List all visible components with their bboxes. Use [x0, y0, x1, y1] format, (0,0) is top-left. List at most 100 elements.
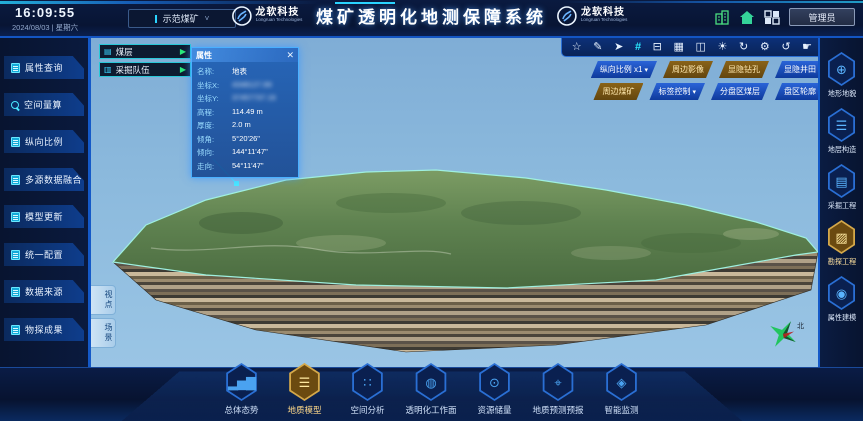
rotate-icon[interactable]: ↻ — [739, 42, 748, 53]
sidebar-item-vertical-scale[interactable]: 纵向比例 — [4, 130, 84, 153]
surrounding-imagery-button[interactable]: 周边影像 — [663, 61, 713, 78]
layer-label: 采掘队伍 — [116, 64, 176, 76]
nav-label: 地质模型 — [287, 404, 321, 416]
sidebar-item-model-update[interactable]: 模型更新 — [4, 205, 84, 228]
tab-scene[interactable]: 场景 — [91, 318, 116, 348]
sun-terrain-icon[interactable]: ☀ — [718, 42, 728, 53]
sidebar-item-geophysical-results[interactable]: 物探成果 — [4, 318, 84, 341]
nav-label: 总体态势 — [224, 404, 258, 416]
document-icon — [11, 63, 20, 73]
document-icon — [11, 175, 20, 185]
button-label: 周边煤矿 — [602, 86, 634, 97]
document-icon — [11, 325, 20, 335]
magnifier-icon: ⌖ — [554, 376, 561, 389]
sidebar-item-unified-config[interactable]: 统一配置 — [4, 243, 84, 266]
button-label: 纵向比例 x1 — [600, 64, 643, 75]
sidebar-item-data-fusion[interactable]: 多源数据融合 — [4, 168, 84, 191]
close-icon[interactable]: ✕ — [286, 51, 294, 60]
nav-label: 空间分析 — [350, 404, 384, 416]
field-label: 倾角: — [197, 134, 230, 145]
measure-icon[interactable]: ⊟ — [653, 42, 662, 53]
field-label: 厚度: — [197, 120, 230, 131]
field-label: 坐标X: — [197, 80, 230, 91]
globe-icon: ◉ — [836, 287, 847, 300]
surrounding-mines-button[interactable]: 周边煤矿 — [593, 83, 643, 100]
panel-outline-button[interactable]: 盘区轮廓 — [775, 83, 820, 100]
sidebar-item-attribute-modeling[interactable]: ◉ 属性建模 — [827, 276, 857, 323]
toggle-minefield-button[interactable]: 显隐井田 — [775, 61, 820, 78]
brand-logo-left: 龙软科技 Longruan Technologies — [230, 5, 307, 27]
item-label: 地层构造 — [827, 144, 856, 154]
sidebar-item-label: 空间量算 — [24, 98, 62, 111]
star-icon[interactable]: ☆ — [572, 42, 582, 53]
clip-section-icon[interactable]: ◫ — [696, 42, 706, 53]
tab-viewpoint[interactable]: 视点 — [91, 285, 116, 315]
search-icon — [11, 101, 19, 109]
nav-intelligent-monitoring[interactable]: ◈ 智能监测 — [597, 363, 647, 416]
brand-logo-right: 龙软科技 Longruan Technologies — [556, 5, 633, 27]
exploration-icon: ▨ — [835, 231, 847, 244]
bottom-navigation: ▂▅▇ 总体态势 ☰ 地质模型 ∷ 空间分析 ◍ 透明化工作面 ⊙ 资源储量 ⌖… — [0, 367, 863, 421]
properties-fields: 名称: 地表 坐标X: 4348127.99 坐标Y: 37457737.16 … — [192, 62, 298, 177]
sidebar-item-spatial-measure[interactable]: 空间量算 — [4, 93, 84, 116]
vertical-scale-button[interactable]: 纵向比例 x1 ▾ — [591, 61, 657, 78]
nav-transparent-workface[interactable]: ◍ 透明化工作面 — [405, 363, 456, 416]
region-select-icon[interactable]: ▦ — [674, 42, 684, 53]
nav-spatial-analysis[interactable]: ∷ 空间分析 — [342, 363, 392, 416]
document-icon — [11, 137, 20, 147]
bar-chart-icon: ▂▅▇ — [228, 376, 255, 389]
properties-panel: 属性 ✕ 名称: 地表 坐标X: 4348127.99 坐标Y: 3745773… — [191, 47, 299, 178]
pen-icon[interactable]: ✎ — [593, 42, 602, 53]
dropdown-marker-icon — [155, 15, 157, 23]
layers-icon: ☰ — [836, 119, 848, 132]
layer-toggle-mining-teams[interactable]: ▥ 采掘队伍 ▶ — [99, 62, 191, 77]
excavation-icon: ▤ — [835, 175, 847, 188]
building-icon[interactable] — [714, 10, 730, 25]
nav-overall-situation[interactable]: ▂▅▇ 总体态势 — [216, 363, 266, 416]
document-icon — [11, 287, 20, 297]
sidebar-item-label: 数据来源 — [25, 285, 63, 298]
sidebar-item-attribute-query[interactable]: 属性查询 — [4, 56, 84, 79]
button-label: 显隐井田 — [784, 64, 816, 75]
hand-icon[interactable]: ☛ — [802, 42, 812, 53]
sidebar-item-exploration-engineering[interactable]: ▨ 勘探工程 — [827, 220, 857, 267]
panel-coal-seams-button[interactable]: 分盘区煤层 — [711, 83, 769, 100]
sidebar-item-label: 多源数据融合 — [25, 173, 82, 186]
chevron-right-icon: ▶ — [180, 47, 186, 56]
scene-3d-viewport[interactable]: ▤ 煤层 ▶ ▥ 采掘队伍 ▶ 属性 ✕ 名称: 地表 坐标X: 4348127… — [88, 38, 820, 367]
field-label: 走向: — [197, 161, 230, 172]
cursor-icon[interactable]: ➤ — [614, 42, 623, 53]
sidebar-item-data-source[interactable]: 数据来源 — [4, 280, 84, 303]
control-row-2: 周边煤矿 标签控制 ▾ 分盘区煤层 盘区轮廓 — [593, 83, 820, 100]
toggle-boreholes-button[interactable]: 显隐钻孔 — [719, 61, 769, 78]
gear-icon[interactable]: ⚙ — [760, 42, 770, 53]
label-control-button[interactable]: 标签控制 ▾ — [649, 83, 705, 100]
field-label: 坐标Y: — [197, 93, 230, 104]
sidebar-item-mining-engineering[interactable]: ▤ 采掘工程 — [827, 164, 857, 211]
nav-geological-model[interactable]: ☰ 地质模型 — [279, 363, 329, 416]
sidebar-item-label: 模型更新 — [25, 210, 63, 223]
nav-resource-reserves[interactable]: ⊙ 资源储量 — [470, 363, 520, 416]
sidebar-item-strata[interactable]: ☰ 地层构造 — [827, 108, 857, 155]
refresh-icon[interactable]: ↺ — [781, 42, 790, 53]
brand-subtitle: Longruan Technologies — [255, 18, 301, 23]
viewport-toolbar: ☆ ✎ ➤ # ⊟ ▦ ◫ ☀ ↻ ⚙ ↺ ☛ — [561, 38, 820, 57]
document-icon — [11, 250, 20, 260]
viewport-edge-tabs: 视点 场景 — [91, 285, 116, 348]
chevron-down-icon: ˅ — [205, 14, 210, 23]
nav-geological-forecast[interactable]: ⌖ 地质预测预报 — [533, 363, 584, 416]
layer-icon: ▥ — [104, 66, 112, 74]
grid-apps-icon[interactable] — [764, 10, 780, 25]
layers-icon: ☰ — [299, 376, 311, 389]
clock-time: 16:09:55 — [12, 5, 78, 20]
nav-label: 地质预测预报 — [533, 404, 584, 416]
sidebar-item-terrain[interactable]: ⊕ 地形地貌 — [827, 52, 857, 99]
layer-toggle-coal-seam[interactable]: ▤ 煤层 ▶ — [99, 44, 191, 59]
scatter-points-icon: ∷ — [363, 376, 371, 389]
mine-selector-dropdown[interactable]: 示范煤矿 ˅ — [128, 9, 236, 28]
home-icon[interactable] — [739, 10, 755, 25]
mine-selector-value: 示范煤矿 — [163, 12, 199, 25]
grid-icon[interactable]: # — [635, 42, 641, 53]
admin-user-button[interactable]: 管理员 — [789, 8, 855, 26]
compass-rose[interactable]: 北 — [763, 310, 807, 354]
